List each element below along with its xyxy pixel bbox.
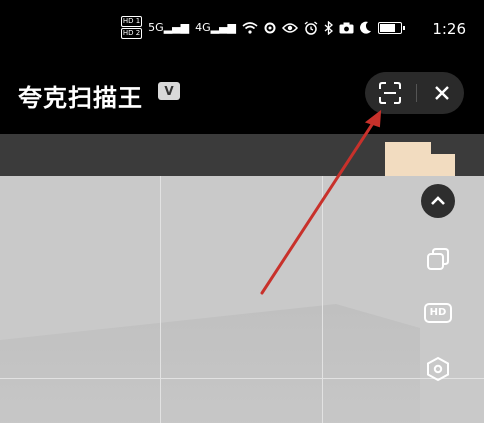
wifi-icon <box>242 21 258 34</box>
net2-label: 4G <box>195 20 211 34</box>
hd-button[interactable]: HD <box>421 296 455 330</box>
location-icon <box>264 22 276 33</box>
capsule-divider <box>416 84 417 102</box>
battery-icon <box>378 21 405 34</box>
moon-icon <box>360 21 371 34</box>
collapse-button[interactable] <box>421 184 455 218</box>
bluetooth-icon <box>324 20 333 35</box>
hd1-label: HD 1 <box>120 16 143 27</box>
hd-indicator: HD 1 HD 2 <box>120 16 143 39</box>
grid-line-v2 <box>322 176 323 423</box>
status-time: 1:26 <box>432 20 466 38</box>
page-title: 夸克扫描王 <box>18 84 143 112</box>
camera-preview[interactable] <box>0 134 484 423</box>
status-bar: HD 1 HD 2 5G▂▄▆ 4G▂▄▆ 1:26 <box>0 0 484 46</box>
settings-button[interactable] <box>421 352 455 386</box>
app-header: 夸克扫描王 V <box>0 46 484 134</box>
grid-line-h <box>0 378 484 379</box>
preview-object <box>385 142 431 176</box>
signal-4g-icon: 4G▂▄▆ <box>195 20 236 34</box>
hd2-label: HD 2 <box>120 28 143 39</box>
copy-icon <box>427 248 449 270</box>
hd-label: HD <box>429 307 447 318</box>
eye-icon <box>282 22 298 33</box>
mini-program-capsule <box>365 72 464 114</box>
chevron-up-icon <box>431 196 445 205</box>
alarm-icon <box>304 20 318 35</box>
close-icon <box>435 86 449 100</box>
signal-5g-icon: 5G▂▄▆ <box>148 20 190 34</box>
status-icons: HD 1 HD 2 5G▂▄▆ 4G▂▄▆ <box>120 16 405 39</box>
scan-button[interactable] <box>373 76 407 110</box>
verified-badge: V <box>158 82 180 100</box>
multi-page-button[interactable] <box>421 242 455 276</box>
grid-line-v1 <box>160 176 161 423</box>
preview-shadow <box>0 304 420 423</box>
preview-object-2 <box>431 154 455 176</box>
hexagon-settings-icon <box>427 356 449 382</box>
net1-label: 5G <box>148 20 164 34</box>
close-button[interactable] <box>425 76 459 110</box>
camera-status-icon <box>339 22 354 33</box>
scan-icon <box>379 82 401 104</box>
